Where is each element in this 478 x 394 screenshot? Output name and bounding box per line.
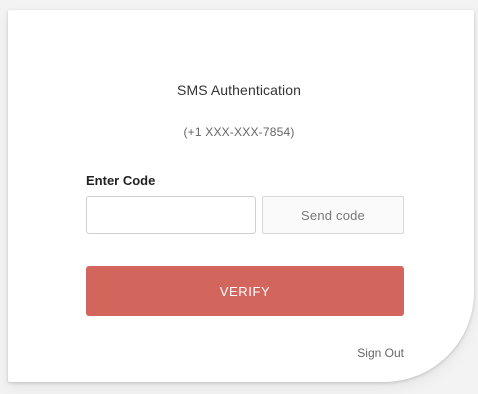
sign-out-link[interactable]: Sign Out bbox=[310, 346, 404, 360]
code-input[interactable] bbox=[86, 196, 256, 234]
verify-button[interactable]: VERIFY bbox=[86, 266, 404, 316]
send-code-button[interactable]: Send code bbox=[262, 196, 404, 234]
page-title: SMS Authentication bbox=[177, 82, 301, 98]
code-label: Enter Code bbox=[86, 173, 156, 188]
phone-number-hint: (+1 XXX-XXX-7854) bbox=[183, 125, 295, 139]
